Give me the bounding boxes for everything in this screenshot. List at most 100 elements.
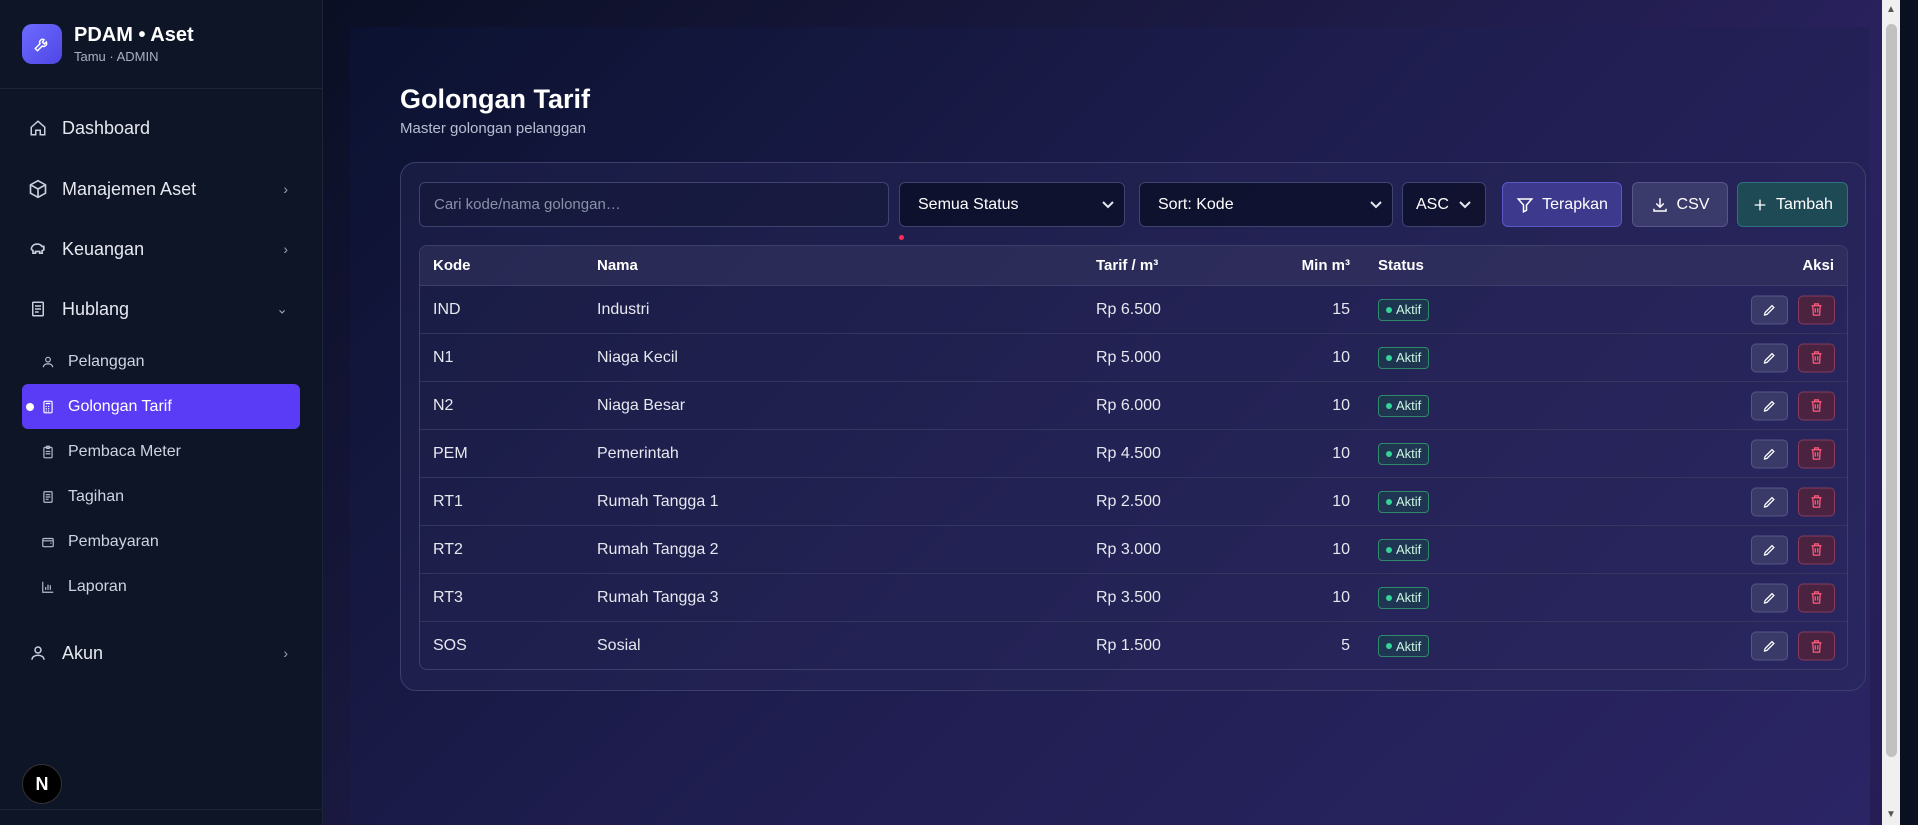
sort-select-value: Sort: Kode bbox=[1158, 195, 1234, 213]
cell-tarif: Rp 4.500 bbox=[1096, 444, 1161, 462]
table-row: N2 Niaga Besar Rp 6.000 10 Aktif bbox=[420, 382, 1847, 430]
edit-button[interactable] bbox=[1751, 343, 1788, 372]
sidebar-item-akun[interactable]: Akun › bbox=[0, 623, 322, 683]
edit-button[interactable] bbox=[1751, 487, 1788, 516]
trash-icon bbox=[1811, 351, 1822, 364]
cell-tarif: Rp 2.500 bbox=[1096, 492, 1161, 510]
delete-button[interactable] bbox=[1798, 583, 1835, 612]
search-input[interactable] bbox=[419, 182, 889, 227]
cell-min: 5 bbox=[1341, 637, 1350, 654]
cell-tarif: Rp 5.000 bbox=[1096, 348, 1161, 366]
sidebar-item-hublang[interactable]: Hublang ⌄ bbox=[0, 279, 322, 339]
sidebar-item-label: Keuangan bbox=[62, 238, 145, 259]
cell-kode: SOS bbox=[433, 637, 467, 654]
sidebar-item-label: Pelanggan bbox=[68, 352, 145, 370]
pencil-icon bbox=[1763, 400, 1775, 412]
edit-button[interactable] bbox=[1751, 583, 1788, 612]
status-dot-icon bbox=[1386, 450, 1392, 457]
header-nama: Nama bbox=[597, 257, 638, 274]
sidebar-item-tagihan[interactable]: Tagihan bbox=[22, 474, 300, 519]
sidebar-item-pembayaran[interactable]: Pembayaran bbox=[22, 519, 300, 564]
sidebar-item-dashboard[interactable]: Dashboard bbox=[0, 105, 322, 151]
status-badge: Aktif bbox=[1378, 442, 1430, 465]
delete-button[interactable] bbox=[1798, 391, 1835, 420]
delete-button[interactable] bbox=[1798, 487, 1835, 516]
delete-button[interactable] bbox=[1798, 343, 1835, 372]
cell-status: Aktif bbox=[1378, 346, 1430, 369]
edit-button[interactable] bbox=[1751, 391, 1788, 420]
cell-kode: IND bbox=[433, 300, 461, 318]
cell-kode: N1 bbox=[433, 348, 454, 366]
status-select-value: Semua Status bbox=[918, 195, 1019, 213]
edit-button[interactable] bbox=[1751, 439, 1788, 468]
delete-button[interactable] bbox=[1798, 535, 1835, 564]
status-select[interactable]: Semua Status bbox=[899, 182, 1125, 227]
table-body: IND Industri Rp 6.500 15 Aktif N1 Niaga … bbox=[420, 286, 1847, 669]
content-panel: Golongan Tarif Master golongan pelanggan… bbox=[350, 27, 1870, 825]
table-row: N1 Niaga Kecil Rp 5.000 10 Aktif bbox=[420, 334, 1847, 382]
wrench-icon bbox=[22, 24, 62, 64]
table-row: PEM Pemerintah Rp 4.500 10 Aktif bbox=[420, 430, 1847, 478]
sidebar-item-pelanggan[interactable]: Pelanggan bbox=[22, 339, 300, 384]
sidebar-item-pembaca-meter[interactable]: Pembaca Meter bbox=[22, 429, 300, 474]
add-golongan-button[interactable]: Tambah bbox=[1737, 182, 1848, 227]
main-content: Golongan Tarif Master golongan pelanggan… bbox=[323, 0, 1900, 825]
status-badge: Aktif bbox=[1378, 346, 1430, 369]
trash-icon bbox=[1811, 495, 1822, 508]
bar-chart-icon bbox=[40, 579, 56, 595]
status-dot-icon bbox=[1386, 354, 1392, 361]
sidebar-item-label: Laporan bbox=[68, 577, 127, 595]
status-badge-label: Aktif bbox=[1396, 398, 1422, 413]
delete-button[interactable] bbox=[1798, 631, 1835, 661]
delete-button[interactable] bbox=[1798, 295, 1835, 324]
table-header: Kode Nama Tarif / m³ Min m³ Status Aksi bbox=[420, 246, 1847, 286]
cell-status: Aktif bbox=[1378, 298, 1430, 321]
apply-filter-label: Terapkan bbox=[1542, 195, 1608, 213]
sidebar-nav: Dashboard Manajemen Aset › Keuangan › Hu… bbox=[0, 89, 322, 683]
status-badge-label: Aktif bbox=[1396, 350, 1422, 365]
export-csv-button[interactable]: CSV bbox=[1632, 182, 1728, 227]
download-icon bbox=[1651, 196, 1669, 214]
apply-filter-button[interactable]: Terapkan bbox=[1502, 182, 1622, 227]
document-icon bbox=[28, 299, 48, 319]
brand: PDAM • Aset Tamu · ADMIN bbox=[0, 0, 322, 89]
pencil-icon bbox=[1763, 496, 1775, 508]
status-badge-label: Aktif bbox=[1396, 638, 1422, 654]
chevron-down-icon bbox=[1459, 198, 1471, 212]
status-badge: Aktif bbox=[1378, 490, 1430, 513]
status-dot-icon bbox=[1386, 498, 1392, 505]
cell-status: Aktif bbox=[1378, 586, 1430, 609]
scroll-down-arrow-icon[interactable]: ▼ bbox=[1885, 809, 1897, 821]
trash-icon bbox=[1811, 639, 1822, 653]
sidebar-item-manajemen-aset[interactable]: Manajemen Aset › bbox=[0, 159, 322, 219]
sidebar-item-laporan[interactable]: Laporan bbox=[22, 564, 300, 609]
delete-button[interactable] bbox=[1798, 439, 1835, 468]
order-select[interactable]: ASC bbox=[1402, 182, 1486, 227]
edit-button[interactable] bbox=[1751, 535, 1788, 564]
scroll-up-arrow-icon[interactable]: ▲ bbox=[1885, 4, 1897, 16]
cell-nama: Niaga Kecil bbox=[597, 348, 678, 366]
sidebar-footer bbox=[0, 809, 323, 825]
cell-tarif: Rp 3.000 bbox=[1096, 540, 1161, 558]
header-kode: Kode bbox=[433, 257, 471, 274]
pencil-icon bbox=[1763, 448, 1775, 460]
sidebar-item-label: Pembayaran bbox=[68, 532, 159, 550]
table-row: SOS Sosial Rp 1.500 5 Aktif bbox=[420, 622, 1847, 669]
edit-button[interactable] bbox=[1751, 631, 1788, 661]
pencil-icon bbox=[1763, 352, 1775, 364]
scroll-thumb[interactable] bbox=[1886, 24, 1897, 757]
trash-icon bbox=[1811, 447, 1822, 460]
plus-icon bbox=[1752, 197, 1768, 213]
edit-button[interactable] bbox=[1751, 295, 1788, 324]
export-csv-label: CSV bbox=[1676, 195, 1710, 213]
piggy-bank-icon bbox=[28, 239, 48, 259]
sidebar-item-golongan-tarif[interactable]: Golongan Tarif bbox=[22, 384, 300, 429]
scrollbar[interactable]: ▲ ▼ bbox=[1882, 0, 1900, 825]
sort-select[interactable]: Sort: Kode bbox=[1139, 182, 1393, 227]
chevron-right-icon: › bbox=[283, 645, 288, 661]
cell-status: Aktif bbox=[1378, 538, 1430, 561]
chevron-down-icon bbox=[1102, 198, 1114, 212]
sidebar-item-keuangan[interactable]: Keuangan › bbox=[0, 219, 322, 279]
next-dev-badge[interactable]: N bbox=[22, 764, 62, 804]
cell-tarif: Rp 6.500 bbox=[1096, 300, 1161, 318]
